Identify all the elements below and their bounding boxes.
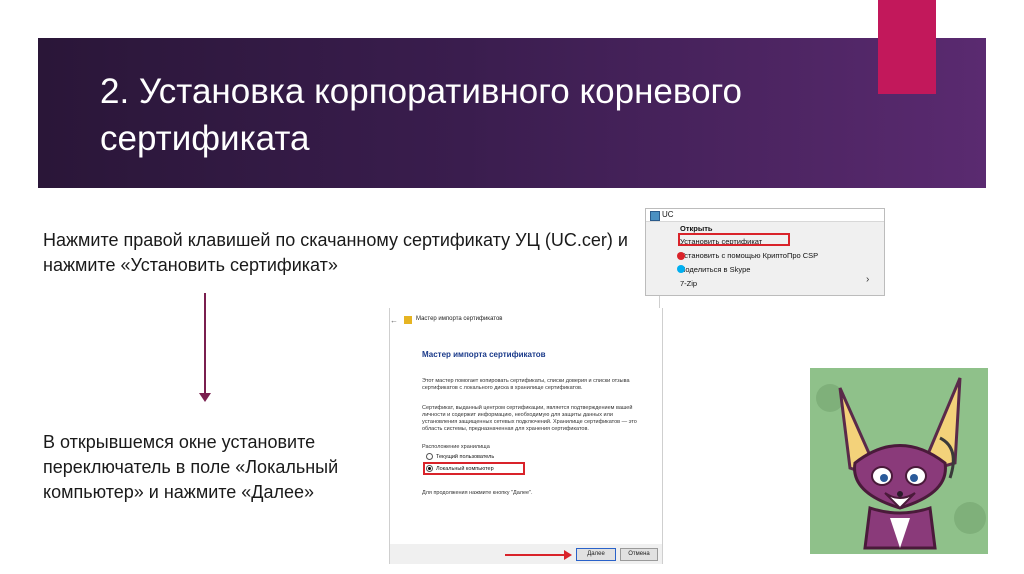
next-button[interactable]: Далее	[576, 548, 616, 561]
wizard-heading: Мастер импорта сертификатов	[422, 350, 546, 359]
wizard-window-title: Мастер импорта сертификатов	[416, 316, 503, 322]
local-machine-highlight	[423, 462, 525, 475]
flow-arrow-head	[199, 393, 211, 402]
store-location-label: Расположение хранилища	[422, 444, 490, 450]
certificate-file-icon	[650, 211, 660, 221]
menu-item-open[interactable]: Открыть	[680, 224, 713, 233]
submenu-arrow-icon: ›	[866, 274, 870, 285]
menu-item-share-skype[interactable]: Поделиться в Skype	[680, 265, 750, 274]
wizard-description: Этот мастер помогает копировать сертифик…	[422, 378, 630, 391]
cancel-button[interactable]: Отмена	[620, 548, 658, 561]
next-pointer-arrow-head	[564, 550, 572, 560]
continue-hint: Для продолжения нажмите кнопку "Далее".	[422, 490, 533, 496]
file-name: UC	[662, 210, 674, 219]
next-button-label: Далее	[587, 551, 605, 557]
radio-current-user[interactable]: Текущий пользователь	[426, 453, 494, 460]
instruction-local-machine: В открывшемся окне установите переключат…	[43, 432, 339, 502]
wizard-certificate-info: Сертификат, выданный центром сертификаци…	[422, 405, 637, 432]
cryptopro-icon	[677, 252, 685, 260]
menu-item-install-cryptopro[interactable]: Установить с помощью КриптоПро CSP	[680, 251, 818, 260]
fox-mascot-illustration	[816, 377, 986, 550]
radio-off-icon	[426, 453, 433, 460]
fox-mascot-image	[810, 368, 988, 554]
radio-current-user-label: Текущий пользователь	[436, 453, 495, 460]
next-pointer-arrow	[505, 554, 565, 556]
skype-icon	[677, 265, 685, 273]
accent-tab	[878, 0, 936, 94]
file-item[interactable]: UC	[646, 209, 884, 222]
flow-arrow	[204, 293, 206, 395]
install-certificate-highlight	[678, 233, 790, 246]
certificate-wizard-icon	[404, 316, 412, 324]
slide-title: 2. Установка корпоративного корневого се…	[100, 72, 742, 158]
cancel-button-label: Отмена	[628, 551, 650, 557]
back-arrow-icon[interactable]: ←	[390, 316, 398, 325]
menu-item-7zip[interactable]: 7-Zip	[680, 279, 697, 288]
instruction-right-click: Нажмите правой клавишей по скачанному се…	[43, 230, 628, 275]
import-wizard-window: ← Мастер импорта сертификатов Мастер имп…	[389, 308, 663, 564]
